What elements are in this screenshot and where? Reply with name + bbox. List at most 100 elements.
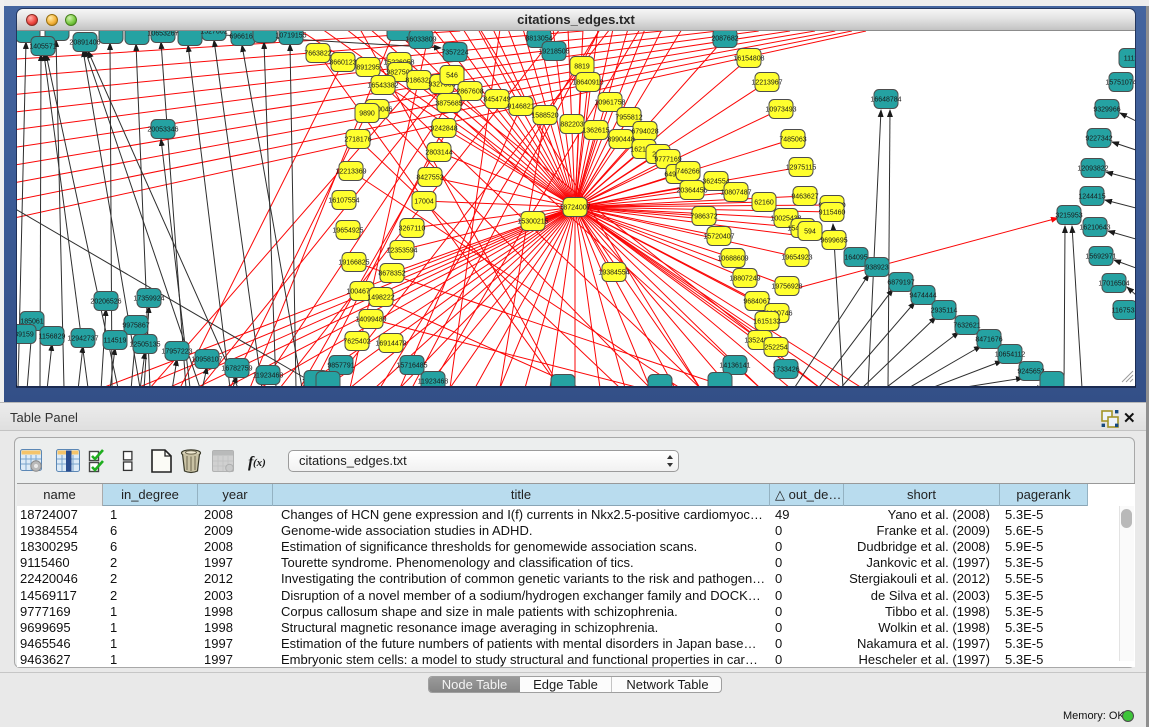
svg-text:16154808: 16154808 — [733, 56, 764, 63]
svg-text:19166825: 19166825 — [338, 260, 369, 267]
svg-text:6794028: 6794028 — [631, 129, 658, 136]
svg-text:15751074: 15751074 — [1105, 80, 1135, 87]
svg-text:1112: 1112 — [1124, 56, 1135, 63]
svg-text:8454749: 8454749 — [483, 97, 510, 104]
svg-text:(x): (x) — [253, 457, 266, 469]
svg-text:2718176: 2718176 — [344, 137, 371, 144]
svg-text:164095: 164095 — [844, 255, 867, 262]
svg-text:12213369: 12213369 — [335, 169, 366, 176]
svg-text:12942737: 12942737 — [67, 336, 98, 343]
svg-text:9975867: 9975867 — [122, 323, 149, 330]
svg-text:11923468: 11923468 — [418, 379, 449, 386]
svg-text:9890: 9890 — [359, 111, 375, 118]
svg-text:15716485: 15716485 — [396, 363, 427, 370]
svg-text:9146821: 9146821 — [507, 104, 534, 111]
svg-text:9242848: 9242848 — [430, 126, 457, 133]
svg-text:19756928: 19756928 — [771, 284, 802, 291]
svg-text:11923468: 11923468 — [253, 373, 284, 380]
svg-text:18640910: 18640910 — [572, 80, 603, 87]
svg-text:20364456: 20364456 — [676, 188, 707, 195]
svg-text:8660123: 8660123 — [329, 60, 356, 67]
svg-text:12213967: 12213967 — [751, 80, 782, 87]
svg-text:1498222: 1498222 — [367, 295, 394, 302]
svg-text:6879197: 6879197 — [887, 280, 914, 287]
svg-text:14099489: 14099489 — [355, 317, 386, 324]
svg-text:7955812: 7955812 — [615, 115, 642, 122]
svg-text:16107554: 16107554 — [328, 198, 359, 205]
svg-text:114519: 114519 — [104, 338, 127, 345]
svg-text:12353594: 12353594 — [386, 248, 417, 255]
svg-text:7357224: 7357224 — [441, 50, 468, 57]
svg-text:3215953: 3215953 — [1055, 213, 1082, 220]
svg-text:10961758: 10961758 — [594, 100, 625, 107]
svg-text:16543382: 16543382 — [367, 83, 398, 90]
svg-text:938923: 938923 — [865, 265, 888, 272]
svg-text:17957223: 17957223 — [161, 349, 192, 356]
svg-text:1588520: 1588520 — [531, 113, 558, 120]
svg-text:19654925: 19654925 — [332, 228, 363, 235]
svg-text:2087682: 2087682 — [711, 36, 738, 43]
svg-text:1527602: 1527602 — [200, 31, 227, 36]
svg-text:7986372: 7986372 — [690, 214, 717, 221]
svg-text:12505135: 12505135 — [129, 342, 160, 349]
svg-text:12975115: 12975115 — [786, 165, 817, 172]
svg-text:15692971: 15692971 — [1085, 254, 1116, 261]
svg-text:9857791: 9857791 — [327, 363, 354, 370]
svg-text:8990448: 8990448 — [607, 137, 634, 144]
svg-text:1405571: 1405571 — [29, 44, 56, 51]
svg-text:16914479: 16914479 — [375, 341, 406, 348]
svg-text:1733426: 1733426 — [772, 367, 799, 374]
svg-text:7625402: 7625402 — [343, 339, 370, 346]
svg-text:17016504: 17016504 — [1098, 281, 1129, 288]
svg-text:14136141: 14136141 — [719, 363, 750, 370]
svg-text:7632621: 7632621 — [953, 323, 980, 330]
svg-text:9329966: 9329966 — [1093, 107, 1120, 114]
svg-text:882203: 882203 — [560, 122, 583, 129]
svg-text:16033809: 16033809 — [405, 37, 436, 44]
svg-text:16782759: 16782759 — [221, 366, 252, 373]
svg-text:8471676: 8471676 — [975, 337, 1002, 344]
svg-text:2803144: 2803144 — [425, 150, 452, 157]
svg-text:12093822: 12093822 — [1077, 166, 1108, 173]
svg-text:16648784: 16648784 — [870, 97, 901, 104]
svg-text:9474444: 9474444 — [909, 293, 936, 300]
svg-text:10654112: 10654112 — [995, 352, 1026, 359]
svg-text:7663822: 7663822 — [304, 51, 331, 58]
svg-text:1615132: 1615132 — [753, 319, 780, 326]
svg-text:9115460: 9115460 — [819, 210, 846, 217]
svg-text:8427552: 8427552 — [416, 175, 443, 182]
svg-text:1167533: 1167533 — [1112, 308, 1135, 315]
svg-text:15720407: 15720407 — [703, 234, 734, 241]
svg-text:19218506: 19218506 — [538, 49, 569, 56]
svg-text:7485063: 7485063 — [779, 137, 806, 144]
svg-text:10807487: 10807487 — [720, 190, 751, 197]
svg-text:10653267: 10653267 — [147, 31, 178, 38]
svg-text:20053346: 20053346 — [147, 127, 178, 134]
svg-text:16210643: 16210643 — [1079, 225, 1110, 232]
svg-text:594: 594 — [804, 229, 816, 236]
svg-text:746266: 746266 — [676, 169, 699, 176]
svg-text:17359924: 17359924 — [133, 296, 164, 303]
svg-text:3875685: 3875685 — [435, 101, 462, 108]
svg-text:10958107: 10958107 — [191, 357, 222, 364]
svg-text:17004: 17004 — [414, 199, 434, 206]
svg-text:2935114: 2935114 — [931, 308, 958, 315]
svg-text:10719155: 10719155 — [275, 33, 306, 40]
svg-text:19654923: 19654923 — [781, 255, 812, 262]
svg-text:1244415: 1244415 — [1078, 194, 1105, 201]
svg-text:9227342: 9227342 — [1085, 136, 1112, 143]
svg-text:2867608: 2867608 — [456, 89, 483, 96]
svg-text:9463627: 9463627 — [791, 194, 818, 201]
svg-text:891295: 891295 — [356, 65, 379, 72]
svg-text:15300215: 15300215 — [517, 219, 548, 226]
svg-text:20891406: 20891406 — [69, 40, 100, 47]
svg-text:1156829: 1156829 — [39, 334, 66, 341]
svg-text:8678352: 8678352 — [378, 271, 405, 278]
svg-text:252254: 252254 — [764, 345, 787, 352]
svg-text:20206526: 20206526 — [90, 299, 121, 306]
svg-text:10688609: 10688609 — [717, 256, 748, 263]
svg-text:546: 546 — [446, 73, 458, 80]
svg-text:1362615: 1362615 — [582, 128, 609, 135]
svg-text:62160: 62160 — [754, 200, 774, 207]
svg-text:9699695: 9699695 — [820, 238, 847, 245]
